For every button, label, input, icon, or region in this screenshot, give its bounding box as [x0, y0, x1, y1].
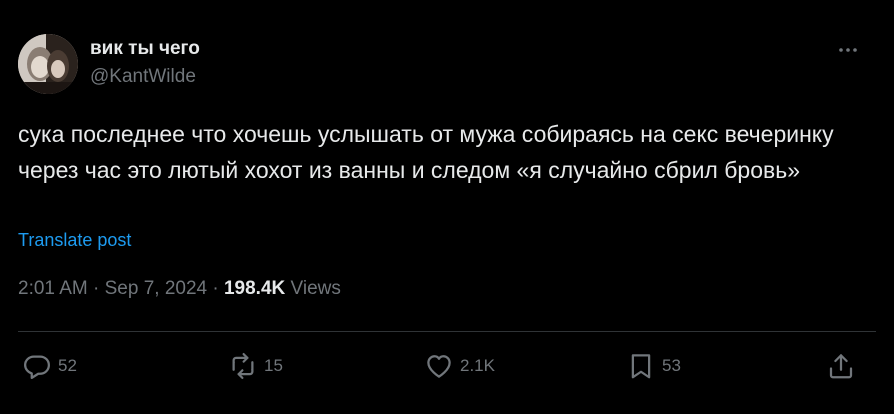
tweet-time[interactable]: 2:01 AM: [18, 278, 88, 299]
display-name[interactable]: вик ты чего: [90, 38, 200, 60]
tweet-metadata: 2:01 AM · Sep 7, 2024 · 198.4K Views: [18, 278, 341, 300]
tweet: вик ты чего @KantWilde сука последнее чт…: [0, 0, 894, 414]
reply-count: 52: [58, 356, 77, 375]
repost-count: 15: [264, 356, 283, 375]
bookmark-icon: [631, 354, 651, 379]
more-options-button[interactable]: [834, 36, 862, 64]
user-handle[interactable]: @KantWilde: [90, 66, 196, 88]
share-button[interactable]: [826, 346, 856, 386]
avatar-image: [18, 34, 78, 94]
views-count[interactable]: 198.4K: [224, 278, 285, 299]
translate-post-link[interactable]: Translate post: [18, 230, 131, 251]
more-horizontal-icon: [839, 48, 857, 52]
views-label: Views: [290, 278, 341, 299]
divider: [18, 331, 876, 332]
meta-separator: ·: [212, 278, 219, 299]
tweet-date[interactable]: Sep 7, 2024: [105, 278, 207, 299]
repost-button[interactable]: 15: [228, 346, 283, 386]
action-bar: 52 15 2.1K 53: [18, 346, 876, 386]
tweet-text: сука последнее что хочешь услышать от му…: [18, 121, 840, 183]
share-icon: [829, 354, 853, 379]
reply-button[interactable]: 52: [22, 346, 77, 386]
bookmark-count: 53: [662, 356, 681, 375]
like-count: 2.1K: [460, 356, 495, 375]
bookmark-button[interactable]: 53: [626, 346, 681, 386]
reply-icon: [24, 355, 50, 379]
meta-separator: ·: [93, 278, 100, 299]
avatar[interactable]: [18, 34, 78, 94]
like-button[interactable]: 2.1K: [424, 346, 495, 386]
repost-icon: [232, 353, 254, 379]
heart-icon: [427, 355, 451, 378]
